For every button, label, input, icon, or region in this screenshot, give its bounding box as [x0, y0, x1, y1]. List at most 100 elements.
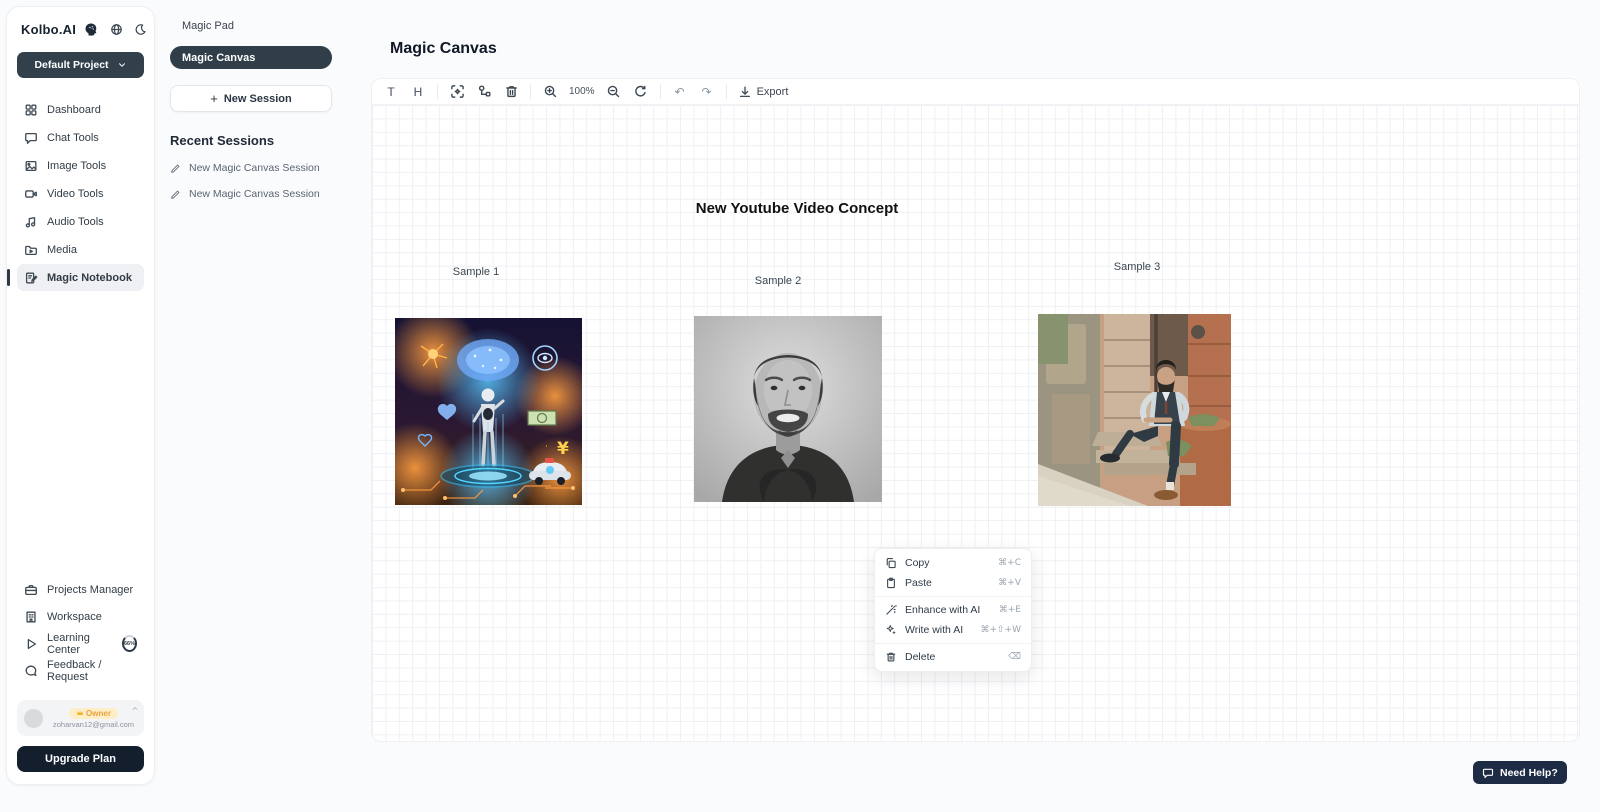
sidebar-item-chat-tools[interactable]: Chat Tools	[17, 124, 144, 151]
sidebar-item-label: Workspace	[47, 611, 102, 623]
sample-1-label[interactable]: Sample 1	[431, 266, 521, 278]
clipboard-icon	[885, 577, 897, 589]
session-item-label: New Magic Canvas Session	[189, 162, 320, 174]
building-icon	[24, 610, 38, 624]
user-info: Owner zoharvan12@gmail.com	[50, 708, 137, 729]
context-menu-item-copy[interactable]: Copy ⌘+C	[875, 553, 1031, 573]
trash-icon	[885, 651, 897, 663]
sidebar-item-workspace[interactable]: Workspace	[17, 603, 144, 630]
ai-select-icon[interactable]	[449, 83, 465, 101]
context-menu-label: Copy	[905, 557, 930, 569]
language-globe-icon[interactable]	[110, 23, 123, 36]
upgrade-plan-button[interactable]: Upgrade Plan	[17, 746, 144, 772]
sidebar-item-audio-tools[interactable]: Audio Tools	[17, 208, 144, 235]
avatar	[24, 709, 43, 728]
sidebar-item-dashboard[interactable]: Dashboard	[17, 96, 144, 123]
redo-icon[interactable]: ↷	[699, 83, 715, 101]
sample-1-image[interactable]: ¥	[395, 318, 582, 505]
delete-trash-icon[interactable]	[503, 83, 519, 101]
context-menu-item-write-with-ai[interactable]: Write with AI ⌘+⇧+W	[875, 620, 1031, 640]
session-list-item[interactable]: New Magic Canvas Session	[170, 162, 332, 174]
sidebar-item-label: Learning Center	[47, 632, 111, 656]
sample-2-image[interactable]	[694, 316, 882, 502]
dark-mode-moon-icon[interactable]	[134, 23, 147, 36]
copy-icon	[885, 557, 897, 569]
sidebar-item-projects-manager[interactable]: Projects Manager	[17, 576, 144, 603]
pencil-icon	[170, 163, 181, 174]
notebook-icon	[24, 271, 38, 285]
toolbar-divider	[726, 84, 727, 99]
briefcase-icon	[24, 583, 38, 597]
reset-view-icon[interactable]	[633, 83, 649, 101]
sidebar-item-learning-center[interactable]: Learning Center 66%	[17, 630, 144, 657]
sidebar-item-video-tools[interactable]: Video Tools	[17, 180, 144, 207]
project-selector[interactable]: Default Project	[17, 52, 144, 78]
ai-head-logo-icon	[83, 21, 99, 37]
sidebar-item-label: Feedback / Request	[47, 659, 137, 683]
zoom-in-icon[interactable]	[542, 83, 558, 101]
toolbar-divider	[437, 84, 438, 99]
context-menu-label: Write with AI	[905, 624, 963, 636]
undo-icon[interactable]: ↶	[672, 83, 688, 101]
export-label: Export	[757, 86, 789, 98]
user-account-card[interactable]: Owner zoharvan12@gmail.com	[17, 700, 144, 736]
toolbar-divider	[530, 84, 531, 99]
zoom-level-value[interactable]: 100%	[569, 86, 595, 97]
plus-icon: +	[210, 91, 218, 106]
project-selector-label: Default Project	[34, 59, 108, 71]
zoom-out-icon[interactable]	[606, 83, 622, 101]
sidebar-item-image-tools[interactable]: Image Tools	[17, 152, 144, 179]
sidebar-item-feedback-request[interactable]: Feedback / Request	[17, 657, 144, 684]
pencil-icon	[170, 189, 181, 200]
user-caret-icon	[131, 705, 139, 713]
sidebar-item-label: Audio Tools	[47, 216, 104, 228]
tab-magic-pad[interactable]: Magic Pad	[170, 14, 332, 38]
sidebar-item-label: Chat Tools	[47, 132, 99, 144]
toolbar-divider	[660, 84, 661, 99]
context-menu-shortcut: ⌘+⇧+W	[980, 625, 1021, 635]
dashboard-grid-icon	[24, 103, 38, 117]
export-button[interactable]: Export	[738, 85, 789, 99]
sidebar-item-magic-notebook[interactable]: Magic Notebook	[17, 264, 144, 291]
heading-tool-button[interactable]: H	[410, 83, 426, 101]
context-menu-item-enhance-with-ai[interactable]: Enhance with AI ⌘+E	[875, 600, 1031, 620]
need-help-button[interactable]: Need Help?	[1473, 761, 1567, 784]
sample-3-image[interactable]	[1038, 314, 1231, 506]
context-menu-item-paste[interactable]: Paste ⌘+V	[875, 573, 1031, 593]
learning-progress-badge: 66%	[122, 635, 137, 652]
app-logo: Kolbo.AI	[21, 22, 76, 37]
text-tool-button[interactable]: T	[383, 83, 399, 101]
sample-3-label[interactable]: Sample 3	[1092, 261, 1182, 273]
context-menu-shortcut: ⌘+C	[998, 558, 1021, 568]
context-menu-divider	[875, 596, 1031, 597]
sidebar-nav: Dashboard Chat Tools Image Tools Video T…	[17, 96, 144, 291]
canvas-toolbar: T H 100% ↶ ↷ Export	[372, 79, 1579, 105]
sidebar: Kolbo.AI Default Project Dashboard Chat …	[6, 6, 155, 785]
sample-2-label[interactable]: Sample 2	[733, 275, 823, 287]
context-menu-divider	[875, 643, 1031, 644]
sidebar-item-label: Projects Manager	[47, 584, 133, 596]
sidebar-item-media[interactable]: Media	[17, 236, 144, 263]
context-menu-label: Enhance with AI	[905, 604, 980, 616]
chat-bubble-icon	[24, 131, 38, 145]
sidebar-item-label: Video Tools	[47, 188, 103, 200]
logo-row: Kolbo.AI	[17, 21, 144, 37]
context-menu-item-delete[interactable]: Delete ⌫	[875, 647, 1031, 667]
session-list-item[interactable]: New Magic Canvas Session	[170, 188, 332, 200]
context-menu-shortcut: ⌘+V	[998, 578, 1021, 588]
video-camera-icon	[24, 187, 38, 201]
sidebar-item-label: Dashboard	[47, 104, 101, 116]
sidebar-item-label: Magic Notebook	[47, 272, 132, 284]
music-note-icon	[24, 215, 38, 229]
new-session-button[interactable]: + New Session	[170, 85, 332, 112]
sidebar-item-label: Image Tools	[47, 160, 106, 172]
tab-magic-canvas[interactable]: Magic Canvas	[170, 46, 332, 69]
session-panel: Magic Pad Magic Canvas + New Session Rec…	[155, 0, 347, 812]
feedback-bubble-icon	[24, 664, 38, 678]
connector-flow-icon[interactable]	[476, 83, 492, 101]
recent-sessions-heading: Recent Sessions	[170, 133, 332, 148]
session-item-label: New Magic Canvas Session	[189, 188, 320, 200]
magic-wand-icon	[885, 604, 897, 616]
page-title: Magic Canvas	[390, 40, 497, 58]
board-title-text[interactable]: New Youtube Video Concept	[672, 200, 922, 217]
